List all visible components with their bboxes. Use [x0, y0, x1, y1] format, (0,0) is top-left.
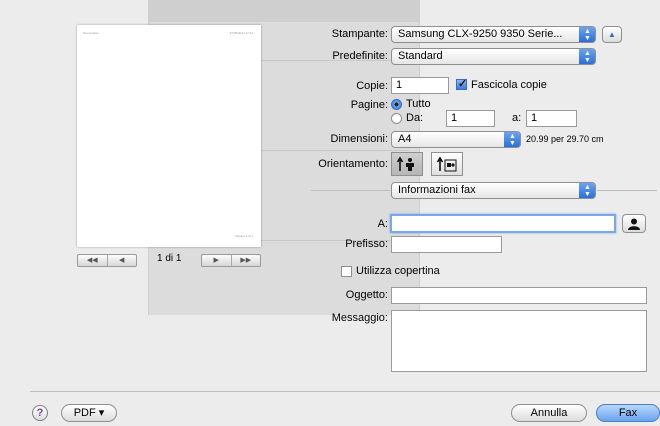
paper-size-label: Dimensioni:: [330, 133, 388, 145]
cover-page-label: Utilizza copertina: [356, 265, 440, 277]
fax-message-textarea[interactable]: [391, 310, 647, 372]
section-separator-right: [597, 190, 657, 191]
printer-select[interactable]: Samsung CLX-9250 9350 Serie... ▲ ▼: [391, 26, 596, 43]
preview-header-right: 27/05/2013 17:21: [229, 31, 253, 35]
preview-header-left: Senza titolo: [83, 31, 99, 35]
collate-checkbox[interactable]: [456, 77, 467, 90]
landscape-orientation-icon: [436, 156, 457, 172]
last-page-button[interactable]: ▶▶: [230, 255, 261, 266]
pages-range-radio[interactable]: [391, 113, 402, 124]
section-separator-left: [311, 190, 390, 191]
fax-prefix-label: Prefisso:: [345, 238, 388, 250]
address-book-button[interactable]: [622, 214, 646, 233]
previous-page-button[interactable]: ◀: [106, 255, 137, 266]
footer-separator: [30, 391, 660, 392]
paper-size-select[interactable]: A4 ▲ ▼: [391, 131, 521, 148]
page-indicator: 1 di 1: [157, 253, 182, 264]
copies-label: Copie:: [356, 80, 388, 92]
cover-page-checkbox[interactable]: [341, 266, 352, 277]
pages-all-label: Tutto: [406, 98, 431, 110]
paper-size-value: A4: [398, 133, 412, 145]
print-preview-page: Senza titolo 27/05/2013 17:21 Pagina 1 d…: [77, 25, 261, 247]
section-select[interactable]: Informazioni fax ▲ ▼: [391, 182, 596, 199]
person-icon: [628, 218, 640, 230]
pages-from-label: Da:: [406, 112, 424, 124]
section-value: Informazioni fax: [398, 184, 476, 196]
fax-to-field[interactable]: [390, 214, 616, 233]
collapse-details-button[interactable]: ▲: [602, 26, 622, 43]
cancel-button[interactable]: Annulla: [511, 404, 587, 422]
fax-subject-label: Oggetto:: [345, 289, 388, 301]
collate-label: Fascicola copie: [471, 79, 547, 91]
triangle-up-icon: ▲: [608, 30, 616, 39]
help-button[interactable]: ?: [32, 405, 48, 421]
fax-to-label: A:: [377, 218, 388, 230]
presets-label: Predefinite:: [332, 50, 388, 62]
printer-label: Stampante:: [331, 28, 388, 40]
question-icon: ?: [36, 407, 44, 419]
pages-from-field[interactable]: 1: [446, 110, 495, 127]
popup-arrows-icon: ▲ ▼: [579, 27, 595, 42]
presets-value: Standard: [398, 50, 443, 62]
copies-field[interactable]: 1: [391, 77, 449, 94]
background-window-toolbar: [149, 0, 419, 22]
first-page-button[interactable]: ◀◀: [78, 255, 107, 266]
pages-all-radio[interactable]: [391, 99, 402, 110]
pages-label: Pagine:: [350, 99, 388, 111]
popup-arrows-icon: ▲ ▼: [579, 49, 595, 64]
pdf-menu-button[interactable]: PDF ▾: [61, 404, 117, 422]
orientation-label: Orientamento:: [318, 158, 388, 170]
portrait-orientation-icon: [396, 156, 414, 171]
popup-arrows-icon: ▲ ▼: [504, 132, 520, 147]
pages-to-label: a:: [512, 112, 522, 124]
paper-size-dimensions: 20.99 per 29.70 cm: [526, 134, 604, 144]
preview-footer-right: Pagina 1 di 1: [235, 234, 253, 238]
fax-prefix-field[interactable]: [391, 236, 502, 253]
preview-back-buttons: ◀◀ ◀: [77, 254, 137, 267]
orientation-landscape-button[interactable]: [431, 152, 463, 176]
next-page-button[interactable]: ▶: [202, 255, 231, 266]
printer-value: Samsung CLX-9250 9350 Serie...: [398, 28, 563, 40]
fax-button[interactable]: Fax: [596, 404, 660, 422]
fax-message-label: Messaggio:: [331, 312, 388, 324]
popup-arrows-icon: ▲ ▼: [579, 183, 595, 198]
orientation-portrait-button[interactable]: [391, 152, 423, 176]
preview-forward-buttons: ▶ ▶▶: [201, 254, 261, 267]
pages-to-field[interactable]: 1: [526, 110, 577, 127]
presets-select[interactable]: Standard ▲ ▼: [391, 48, 596, 65]
fax-subject-field[interactable]: [391, 287, 647, 304]
